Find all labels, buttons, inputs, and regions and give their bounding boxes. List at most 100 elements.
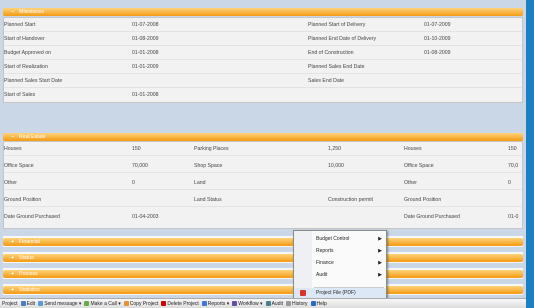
field-value[interactable]: 10,000: [328, 163, 344, 169]
menu-item-project-file-pdf[interactable]: Project File (PDF): [294, 288, 386, 298]
field-label: Date Ground Purchased: [4, 214, 60, 220]
menu-item-finance[interactable]: Finance ▶: [294, 257, 386, 269]
field-label: Houses: [404, 146, 422, 152]
field-label: Date Ground Purchased: [404, 214, 460, 220]
field-label: Land Status: [194, 197, 222, 203]
field-value[interactable]: 150: [132, 146, 141, 152]
field-label: Ground Position: [4, 197, 42, 203]
field-label: Start of Handover: [4, 36, 45, 42]
milestones-panel: Planned Start 01-07-2008 Planned Start o…: [3, 17, 523, 103]
process-header[interactable]: + Process: [3, 270, 523, 278]
collapse-toggle[interactable]: −: [11, 9, 19, 15]
field-label: Start of Realization: [4, 64, 48, 70]
real-estate-header[interactable]: − Real Estate: [3, 133, 523, 141]
milestone-row: Start of Handover 01-08-2009 Planned End…: [4, 32, 522, 46]
help-button[interactable]: Help: [310, 301, 327, 307]
project-button[interactable]: Project: [2, 301, 18, 307]
field-value[interactable]: 01-08-2009: [424, 50, 451, 56]
delete-project-button[interactable]: Delete Project: [161, 300, 199, 307]
milestones-header[interactable]: − Milestones: [3, 8, 523, 16]
milestone-row: Start of Sales 01-01-2008: [4, 88, 522, 102]
toolbar-label: Delete Project: [167, 300, 199, 307]
field-value[interactable]: 01-10-2009: [424, 36, 451, 42]
toolbar-label: Reports ▾: [207, 300, 230, 307]
menu-item-label: Audit: [316, 272, 328, 278]
menu-item-label: Finance: [316, 260, 334, 266]
mail-icon: [38, 301, 44, 306]
milestone-row: Planned Sales Start Date Sales End Date: [4, 74, 522, 88]
field-label: Ground Position: [404, 197, 442, 203]
expand-toggle[interactable]: +: [11, 271, 19, 277]
field-label: Planned End Date of Delivery: [308, 36, 377, 42]
real-estate-panel: Houses 150 Parking Places 1,250 Houses 1…: [3, 141, 523, 229]
field-label: Office Space: [404, 163, 434, 169]
toolbar-label: Copy Project: [129, 300, 159, 307]
field-label: Houses: [4, 146, 22, 152]
field-value[interactable]: 01-08-2009: [132, 36, 159, 42]
bottom-toolbar: Project Edit Send message ▾ Make a Call …: [0, 298, 526, 308]
statistics-header[interactable]: + Statistics: [3, 286, 523, 294]
field-value[interactable]: 01-01-2008: [132, 50, 159, 56]
field-value[interactable]: 150: [508, 146, 517, 152]
toolbar-label: History: [291, 300, 308, 307]
field-label: Start of Sales: [4, 92, 36, 98]
milestone-row: Start of Realization 01-01-2009 Planned …: [4, 60, 522, 74]
toolbar-label: Workflow ▾: [238, 300, 263, 307]
menu-item-audit[interactable]: Audit ▶: [294, 269, 386, 281]
toolbar-label: Send message ▾: [44, 300, 82, 307]
field-value[interactable]: 70,000: [132, 163, 148, 169]
field-label: Planned Start of Delivery: [308, 22, 366, 28]
field-value[interactable]: 01-07-2009: [424, 22, 451, 28]
field-label: Parking Places: [194, 146, 229, 152]
field-label: Other: [4, 180, 17, 186]
field-value[interactable]: 01-01-2008: [132, 92, 159, 98]
field-value[interactable]: 01-07-2008: [132, 22, 159, 28]
field-label: Shop Space: [194, 163, 223, 169]
section-title: Real Estate: [19, 134, 46, 140]
submenu-arrow-icon: ▶: [378, 260, 382, 266]
copy-project-button[interactable]: Copy Project: [123, 300, 159, 307]
submenu-arrow-icon: ▶: [378, 248, 382, 254]
field-value[interactable]: 01-01-2009: [132, 64, 159, 70]
delete-icon: [161, 301, 167, 306]
menu-item-budget-control[interactable]: Budget Control ▶: [294, 233, 386, 245]
financial-section: + Financial: [3, 236, 523, 247]
field-label: Planned Start: [4, 22, 36, 28]
expand-toggle[interactable]: +: [11, 287, 19, 293]
field-value[interactable]: 0: [132, 180, 135, 186]
reports-button[interactable]: Reports ▾: [201, 300, 230, 307]
expand-toggle[interactable]: +: [11, 239, 19, 245]
workflow-button[interactable]: Workflow ▾: [232, 300, 263, 307]
field-value[interactable]: Construction permit: [328, 197, 373, 203]
send-message-button[interactable]: Send message ▾: [38, 301, 81, 307]
collapse-toggle[interactable]: −: [11, 134, 19, 140]
reports-context-menu: Budget Control ▶ Reports ▶ Finance ▶ Aud…: [293, 230, 387, 300]
toolbar-label: Audit: [271, 300, 283, 307]
phone-icon: [84, 301, 90, 306]
audit-button[interactable]: Audit: [265, 300, 283, 307]
real-estate-row: Houses 150 Parking Places 1,250 Houses 1…: [4, 142, 522, 156]
field-value[interactable]: 0: [508, 180, 511, 186]
field-value[interactable]: 1,250: [328, 146, 341, 152]
field-value[interactable]: 70,0: [508, 163, 518, 169]
menu-item-reports[interactable]: Reports ▶: [294, 245, 386, 257]
financial-header[interactable]: + Financial: [3, 238, 523, 246]
history-button[interactable]: History: [285, 300, 308, 307]
real-estate-row: Date Ground Purchased 01-04-2003 Date Gr…: [4, 210, 522, 224]
field-label: Land: [194, 180, 206, 186]
field-value[interactable]: 01-04-2003: [132, 214, 159, 220]
real-estate-row: Ground Position Land Status Construction…: [4, 193, 522, 207]
section-title: Status: [19, 255, 34, 261]
expand-toggle[interactable]: +: [11, 255, 19, 261]
statistics-section: + Statistics: [3, 284, 523, 295]
edit-button[interactable]: Edit: [20, 301, 35, 307]
field-value[interactable]: 01-0: [508, 214, 518, 220]
status-header[interactable]: + Status: [3, 254, 523, 262]
field-label: Other: [404, 180, 417, 186]
toolbar-label: Project: [2, 300, 18, 307]
help-icon: [310, 301, 316, 306]
real-estate-row: Office Space 70,000 Shop Space 10,000 Of…: [4, 159, 522, 173]
field-label: Planned Sales Start Date: [4, 78, 63, 84]
status-section: + Status: [3, 252, 523, 263]
make-a-call-button[interactable]: Make a Call ▾: [84, 301, 121, 307]
